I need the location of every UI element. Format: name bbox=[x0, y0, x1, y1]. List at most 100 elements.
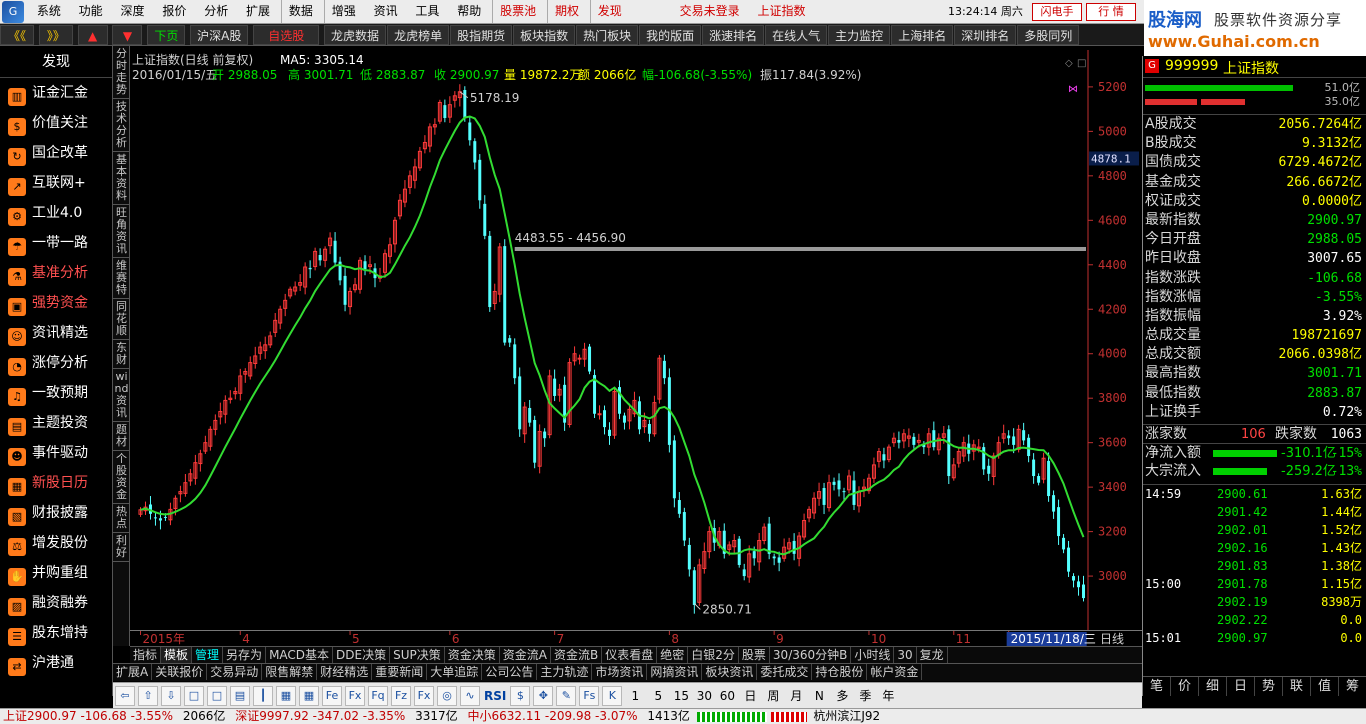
menu-help[interactable]: 帮助 bbox=[450, 0, 488, 23]
k-icon[interactable]: K bbox=[602, 686, 623, 706]
toolbar-next-button[interactable]: 》》 bbox=[38, 25, 73, 45]
sidebar-item[interactable]: ⇄ 沪港通 bbox=[0, 648, 112, 678]
toolbar-hs-a-button[interactable]: 沪深A股 bbox=[190, 25, 249, 45]
back-icon[interactable]: ⇦ bbox=[115, 686, 135, 706]
sidebar-item[interactable]: ⚙ 工业4.0 bbox=[0, 198, 112, 228]
fs-icon[interactable]: Fs bbox=[579, 686, 600, 706]
indicator-tab[interactable]: 模板 bbox=[161, 647, 193, 663]
indicator-tab[interactable]: 另存为 bbox=[223, 647, 267, 663]
period-button[interactable]: 1 bbox=[625, 686, 645, 706]
info-tab[interactable]: 大单追踪 bbox=[427, 664, 483, 680]
info-tab[interactable]: 交易异动 bbox=[207, 664, 263, 680]
vertical-tab[interactable]: 旺角资讯 bbox=[113, 205, 130, 258]
info-tab[interactable]: 关联报价 bbox=[152, 664, 208, 680]
sidebar-item[interactable]: ↗ 互联网+ bbox=[0, 168, 112, 198]
menu-stock-pool[interactable]: 股票池 bbox=[492, 0, 543, 23]
range-button[interactable]: 年 bbox=[878, 686, 898, 706]
info-tab[interactable]: 财经精选 bbox=[317, 664, 373, 680]
menu-system[interactable]: 系统 bbox=[30, 0, 68, 23]
fx-icon[interactable]: Fx bbox=[345, 686, 365, 706]
range-button[interactable]: 周 bbox=[763, 686, 783, 706]
range-button[interactable]: N bbox=[809, 686, 829, 706]
menu-tools[interactable]: 工具 bbox=[408, 0, 446, 23]
sidebar-item[interactable]: ▣ 强势资金 bbox=[0, 288, 112, 318]
toolbar-item[interactable]: 热门板块 bbox=[576, 25, 639, 45]
sidebar-item[interactable]: ⚖ 增发股份 bbox=[0, 528, 112, 558]
fq-icon[interactable]: Fq bbox=[368, 686, 388, 706]
fz-icon[interactable]: Fz bbox=[391, 686, 411, 706]
sidebar-item[interactable]: ▥ 证金汇金 bbox=[0, 78, 112, 108]
vertical-tab[interactable]: 分时走势 bbox=[113, 46, 130, 99]
sidebar-item[interactable]: ▦ 新股日历 bbox=[0, 468, 112, 498]
range-button[interactable]: 多 bbox=[832, 686, 852, 706]
menu-extend[interactable]: 扩展 bbox=[239, 0, 277, 23]
wave-icon[interactable]: ∿ bbox=[460, 686, 480, 706]
toolbar-page-down-button[interactable]: 下页 bbox=[147, 25, 186, 45]
indicator-tab[interactable]: 资金流B bbox=[551, 647, 603, 663]
toolbar-item[interactable]: 龙虎榜单 bbox=[387, 25, 450, 45]
sidebar-item[interactable]: ↻ 国企改革 bbox=[0, 138, 112, 168]
toolbar-item[interactable]: 深圳排名 bbox=[954, 25, 1017, 45]
grid-icon[interactable]: ▦ bbox=[276, 686, 296, 706]
right-panel-tab[interactable]: 笔 bbox=[1143, 677, 1171, 696]
indicator-tab[interactable]: 复龙 bbox=[917, 647, 948, 663]
sidebar-item[interactable]: ☂ 一带一路 bbox=[0, 228, 112, 258]
vertical-tab[interactable]: wind资讯 bbox=[113, 369, 130, 422]
right-panel-tab[interactable]: 值 bbox=[1311, 677, 1339, 696]
toolbar-up-button[interactable]: ▲ bbox=[77, 25, 108, 45]
right-panel-tab[interactable]: 联 bbox=[1283, 677, 1311, 696]
sidebar-item[interactable]: ⚗ 基准分析 bbox=[0, 258, 112, 288]
period-button[interactable]: 60 bbox=[717, 686, 737, 706]
sidebar-item[interactable]: ▨ 融资融券 bbox=[0, 588, 112, 618]
sidebar-item[interactable]: ◔ 涨停分析 bbox=[0, 348, 112, 378]
vertical-tab[interactable]: 维赛特 bbox=[113, 258, 130, 299]
sidebar-item[interactable]: ☰ 股东增持 bbox=[0, 618, 112, 648]
refresh-icon[interactable]: ◎ bbox=[437, 686, 457, 706]
toolbar-self-select-button[interactable]: 自选股 bbox=[253, 25, 320, 45]
indicator-tab[interactable]: 30/360分钟B bbox=[770, 647, 852, 663]
rsi-icon[interactable]: RSI bbox=[483, 686, 507, 706]
menu-quote[interactable]: 报价 bbox=[155, 0, 193, 23]
move-icon[interactable]: ✥ bbox=[533, 686, 554, 706]
indicator-tab[interactable]: 指标 bbox=[130, 647, 162, 663]
fx-icon[interactable]: Fx bbox=[414, 686, 434, 706]
indicator-tab[interactable]: 仪表看盘 bbox=[602, 647, 658, 663]
toolbar-item[interactable]: 板块指数 bbox=[513, 25, 576, 45]
vertical-tab[interactable]: 热点 bbox=[113, 504, 130, 533]
quote-button[interactable]: 行 情 bbox=[1086, 3, 1136, 21]
info-tab[interactable]: 委托成交 bbox=[757, 664, 813, 680]
sidebar-item[interactable]: ♫ 一致预期 bbox=[0, 378, 112, 408]
indicator-tab[interactable]: 小时线 bbox=[851, 647, 895, 663]
menu-function[interactable]: 功能 bbox=[72, 0, 110, 23]
toolbar-item[interactable]: 上海排名 bbox=[891, 25, 954, 45]
vertical-tab[interactable]: 东财 bbox=[113, 340, 130, 369]
right-panel-tab[interactable]: 价 bbox=[1171, 677, 1199, 696]
period-button[interactable]: 30 bbox=[694, 686, 714, 706]
indicator-tab[interactable]: SUP决策 bbox=[390, 647, 445, 663]
info-tab[interactable]: 市场资讯 bbox=[592, 664, 648, 680]
menu-news[interactable]: 资讯 bbox=[367, 0, 405, 23]
range-button[interactable]: 月 bbox=[786, 686, 806, 706]
sidebar-item[interactable]: ▧ 财报披露 bbox=[0, 498, 112, 528]
up-icon[interactable]: ⇧ bbox=[138, 686, 158, 706]
sidebar-item[interactable]: $ 价值关注 bbox=[0, 108, 112, 138]
info-tab[interactable]: 扩展A bbox=[113, 664, 153, 680]
indicator-tab[interactable]: 白银2分 bbox=[688, 647, 739, 663]
flash-trade-button[interactable]: 闪电手 bbox=[1032, 3, 1082, 21]
vertical-tab[interactable]: 利好 bbox=[113, 533, 130, 562]
vertical-tab[interactable]: 题材 bbox=[113, 422, 130, 451]
indicator-tab[interactable]: 资金流A bbox=[500, 647, 551, 663]
indicator-tab[interactable]: 股票 bbox=[739, 647, 770, 663]
kline-chart[interactable]: 3000 3200 3400 3600 3800 4000 4200 4400 4600 4800… bbox=[130, 50, 1142, 630]
sidebar-item[interactable]: ✋ 并购重组 bbox=[0, 558, 112, 588]
toolbar-item[interactable]: 主力监控 bbox=[828, 25, 891, 45]
indicator-tab[interactable]: 管理 bbox=[192, 647, 224, 663]
right-panel-tab[interactable]: 细 bbox=[1199, 677, 1227, 696]
right-panel-tab[interactable]: 势 bbox=[1255, 677, 1283, 696]
info-tab[interactable]: 重要新闻 bbox=[372, 664, 428, 680]
grid-icon[interactable]: ▦ bbox=[299, 686, 319, 706]
indicator-tab[interactable]: 绝密 bbox=[657, 647, 689, 663]
toolbar-prev-button[interactable]: 《《 bbox=[0, 25, 34, 45]
toolbar-item[interactable]: 我的版面 bbox=[639, 25, 702, 45]
down-icon[interactable]: ⇩ bbox=[161, 686, 181, 706]
